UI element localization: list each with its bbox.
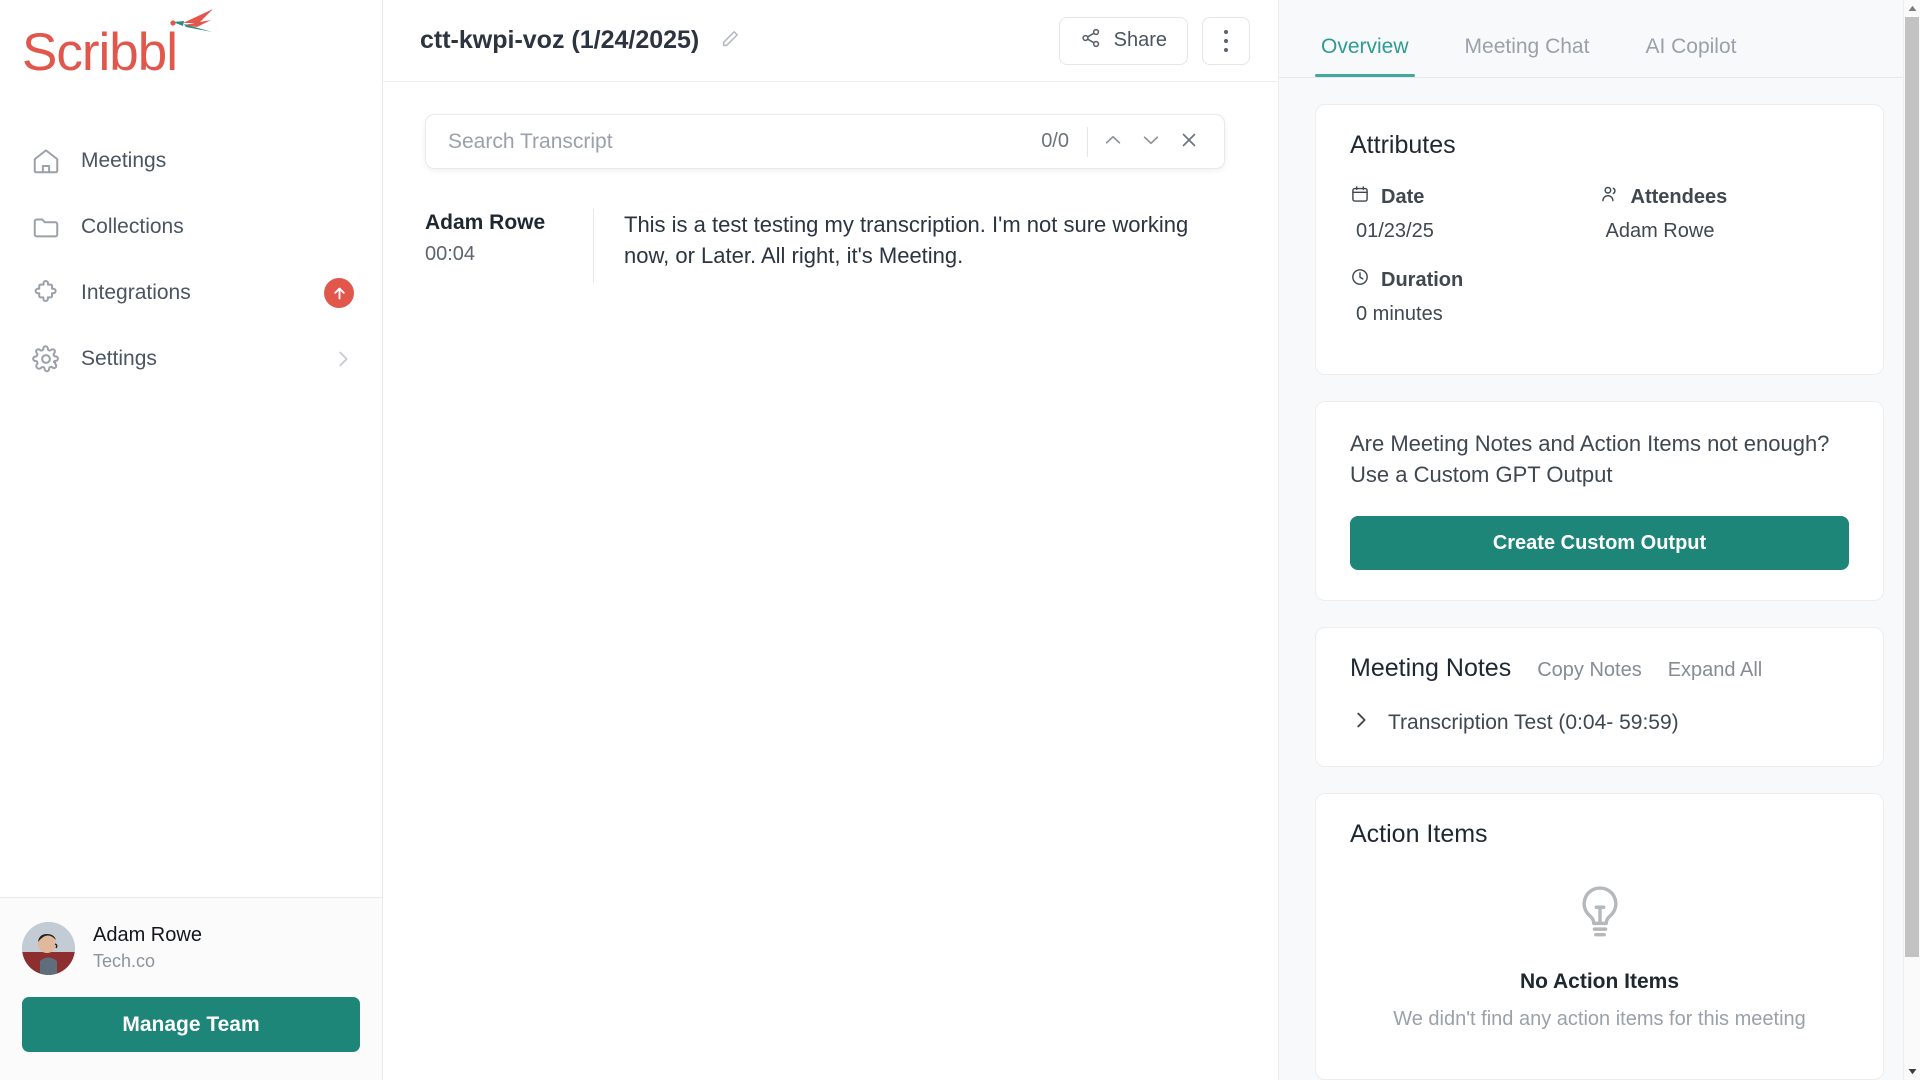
sidebar-item-collections[interactable]: Collections [0,194,382,260]
expand-all-button[interactable]: Expand All [1668,659,1763,682]
attribute-attendees-label: Attendees [1630,185,1728,208]
sidebar-item-settings[interactable]: Settings [0,326,382,392]
share-network-icon [1080,27,1102,55]
action-items-title: Action Items [1350,820,1488,849]
transcript-list: Adam Rowe 00:04 This is a test testing m… [425,209,1236,283]
manage-team-button[interactable]: Manage Team [22,997,360,1052]
user-profile[interactable]: Adam Rowe Tech.co [22,922,360,975]
transcript-entry[interactable]: Adam Rowe 00:04 This is a test testing m… [425,209,1236,283]
kebab-menu-icon [1224,27,1228,54]
scrollbar-up-arrow-icon[interactable] [1904,0,1920,17]
lightbulb-icon [1572,886,1628,947]
panel-content: Attributes Date 01/23/25 Attendees Adam … [1279,78,1920,1080]
custom-gpt-card: Are Meeting Notes and Action Items not e… [1315,401,1884,602]
arrow-up-badge-icon[interactable] [324,278,354,308]
transcript-timestamp[interactable]: 00:04 [425,243,575,266]
create-custom-output-button[interactable]: Create Custom Output [1350,516,1849,571]
tab-meeting-chat[interactable]: Meeting Chat [1459,35,1596,77]
sidebar-item-integrations[interactable]: Integrations [0,260,382,326]
meeting-header: ctt-kwpi-voz (1/24/2025) Share [383,0,1278,82]
panel-tabs: Overview Meeting Chat AI Copilot [1279,0,1920,78]
custom-gpt-prompt: Are Meeting Notes and Action Items not e… [1350,431,1830,488]
transcript-text: This is a test testing my transcription.… [624,212,1189,269]
attribute-date: Date 01/23/25 [1350,184,1600,261]
sidebar-item-label: Meetings [81,149,167,172]
attribute-date-value: 01/23/25 [1356,220,1434,242]
search-prev-button[interactable] [1094,123,1132,161]
pencil-icon [719,28,741,53]
transcript-entry-meta: Adam Rowe 00:04 [425,209,593,266]
transcript-search-bar[interactable]: 0/0 [425,114,1225,169]
attribute-duration-head: Duration [1350,267,1600,293]
meeting-notes-section[interactable]: Transcription Test (0:04- 59:59) [1350,709,1849,736]
attribute-attendees-value: Adam Rowe [1605,220,1715,242]
copy-notes-button[interactable]: Copy Notes [1537,659,1642,682]
search-input[interactable] [448,129,1042,154]
search-result-count: 0/0 [1041,130,1069,152]
meeting-notes-header: Meeting Notes Copy Notes Expand All [1350,654,1849,683]
chevron-down-icon [1140,129,1162,154]
attribute-attendees-head: Attendees [1600,184,1850,210]
users-icon [1600,184,1620,210]
attribute-duration-label: Duration [1381,268,1464,291]
attribute-date-label: Date [1381,185,1425,208]
puzzle-icon [30,277,62,309]
gear-icon [30,343,62,375]
attribute-duration-value: 0 minutes [1356,303,1443,325]
attributes-title: Attributes [1350,131,1456,159]
meeting-notes-title: Meeting Notes [1350,654,1512,683]
meeting-notes-card: Meeting Notes Copy Notes Expand All Tran… [1315,627,1884,768]
dragonfly-logo-icon [170,9,214,32]
sidebar-nav: Meetings Collections Integrations Settin… [0,128,382,392]
search-close-button[interactable] [1170,123,1208,161]
profile-org: Tech.co [93,951,156,972]
attribute-empty-slot [1600,267,1850,344]
avatar [22,922,75,975]
attribute-date-head: Date [1350,184,1600,210]
transcript-speaker: Adam Rowe [425,211,546,234]
tab-overview[interactable]: Overview [1315,35,1415,77]
sidebar-item-label: Collections [81,215,184,238]
sidebar-item-meetings[interactable]: Meetings [0,128,382,194]
search-next-button[interactable] [1132,123,1170,161]
attribute-attendees: Attendees Adam Rowe [1600,184,1850,261]
sidebar-item-label: Integrations [81,281,191,304]
action-items-empty-title: No Action Items [1519,970,1680,994]
app-root: Scribbl Meetings Collections Integration… [0,0,1920,1080]
share-button[interactable]: Share [1058,16,1188,65]
meeting-notes-section-label: Transcription Test (0:04- 59:59) [1388,710,1679,734]
more-options-button[interactable] [1202,16,1250,65]
close-icon [1178,129,1200,154]
action-items-empty-subtitle: We didn't find any action items for this… [1393,1008,1806,1031]
right-panel: Overview Meeting Chat AI Copilot Attribu… [1278,0,1920,1080]
browser-scrollbar[interactable] [1903,0,1920,1080]
transcript-area: 0/0 [383,82,1278,1080]
profile-text: Adam Rowe Tech.co [93,922,202,974]
share-button-label: Share [1113,29,1167,51]
action-items-card: Action Items No Action Items We didn't f… [1315,793,1884,1080]
chevron-right-icon [1350,709,1372,736]
profile-name: Adam Rowe [93,924,202,947]
clock-icon [1350,267,1370,293]
sidebar: Scribbl Meetings Collections Integration… [0,0,383,1080]
page-title: ctt-kwpi-voz (1/24/2025) [420,26,700,54]
divider [1087,126,1088,157]
app-logo[interactable]: Scribbl [0,0,382,108]
main-content: ctt-kwpi-voz (1/24/2025) Share Search Tr… [383,0,1278,1080]
chevron-up-icon [1102,129,1124,154]
scrollbar-thumb[interactable] [1905,17,1919,957]
calendar-icon [1350,184,1370,210]
attributes-grid: Date 01/23/25 Attendees Adam Rowe Durati… [1350,184,1849,344]
chevron-right-icon [332,348,354,370]
attribute-duration: Duration 0 minutes [1350,267,1600,344]
sidebar-item-label: Settings [81,347,157,370]
home-icon [30,145,62,177]
sidebar-footer: Adam Rowe Tech.co Manage Team [0,897,382,1080]
scrollbar-down-arrow-icon[interactable] [1904,1063,1920,1080]
folder-icon [30,211,62,243]
action-items-empty-state: No Action Items We didn't find any actio… [1350,849,1849,1049]
edit-title-button[interactable] [715,24,745,57]
tab-ai-copilot[interactable]: AI Copilot [1639,35,1742,77]
attributes-card: Attributes Date 01/23/25 Attendees Adam … [1315,104,1884,375]
